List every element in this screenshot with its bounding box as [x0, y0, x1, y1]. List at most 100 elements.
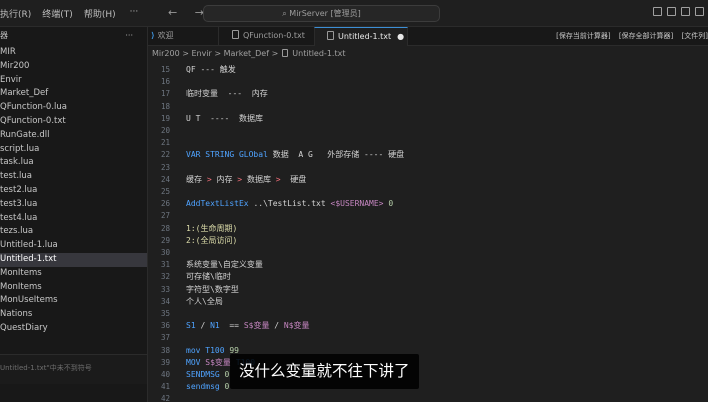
- line-number: 24: [160, 174, 170, 184]
- code-line[interactable]: 18: [148, 101, 708, 113]
- file-icon: [232, 30, 239, 39]
- file-tree-item[interactable]: test3.lua: [0, 198, 147, 212]
- code-token: S$变量: [205, 357, 231, 367]
- toggle-primary-sidebar-icon[interactable]: [653, 7, 662, 16]
- file-tree-item[interactable]: task.lua: [0, 156, 147, 170]
- file-tree-item[interactable]: Untitled-1.lua: [0, 239, 147, 253]
- code-line[interactable]: 21: [148, 137, 708, 149]
- code-token: mov: [186, 345, 201, 355]
- code-text: 个人\全局: [186, 296, 223, 308]
- file-list-button[interactable]: [文件列]: [682, 32, 708, 40]
- file-tree-item[interactable]: MonItems: [0, 267, 147, 281]
- more-actions-icon[interactable]: ···: [125, 27, 133, 45]
- breadcrumb-path[interactable]: Mir200 > Envir > Market_Def >: [152, 49, 278, 58]
- code-line[interactable]: 16: [148, 76, 708, 88]
- code-line[interactable]: 29 2:(全局访问): [148, 235, 708, 247]
- file-tree-item[interactable]: Untitled-1.txt: [0, 252, 147, 267]
- menu-help[interactable]: 帮助(H): [84, 7, 116, 20]
- line-number: 17: [160, 89, 170, 99]
- line-number: 22: [160, 150, 170, 160]
- menu-terminal[interactable]: 终端(T): [42, 7, 73, 20]
- code-text: 2:(全局访问): [186, 235, 237, 247]
- menu-more-icon[interactable]: ···: [130, 7, 139, 20]
- file-tree-item[interactable]: QFunction-0.lua: [0, 101, 147, 115]
- code-text: SENDMSG 0: [186, 369, 229, 381]
- code-token: ==: [219, 321, 244, 331]
- file-tree-item[interactable]: MonItems: [0, 281, 147, 295]
- file-tree-item[interactable]: Mir200: [0, 60, 147, 74]
- file-tree-item[interactable]: Envir: [0, 74, 147, 88]
- code-line[interactable]: 17 临时变量 --- 内存: [148, 88, 708, 100]
- file-tree-item[interactable]: MIR: [0, 46, 147, 60]
- code-line[interactable]: 15 QF --- 触发: [148, 64, 708, 76]
- file-tree-item[interactable]: QFunction-0.txt: [0, 115, 147, 129]
- customize-layout-icon[interactable]: [695, 7, 704, 16]
- code-line[interactable]: 36 S1 / N1 == S$变量 / N$变量: [148, 320, 708, 332]
- file-tree-item[interactable]: tezs.lua: [0, 225, 147, 239]
- file-tree-item[interactable]: test2.lua: [0, 184, 147, 198]
- code-line[interactable]: 34 个人\全局: [148, 296, 708, 308]
- code-line[interactable]: 42: [148, 393, 708, 402]
- code-line[interactable]: 32 可存储\临时: [148, 271, 708, 283]
- file-tree-item[interactable]: Nations: [0, 308, 147, 322]
- code-token: 数据 A G 外部存储 ---- 硬盘: [267, 150, 405, 160]
- code-text: QF --- 触发: [186, 64, 236, 76]
- save-current-button[interactable]: [保存当前计算器]: [556, 32, 610, 40]
- menu-run[interactable]: 执行(R): [0, 7, 31, 20]
- breadcrumb: Mir200 > Envir > Market_Def > Untitled-1.…: [148, 46, 708, 62]
- code-token: <$USERNAME>: [330, 199, 384, 209]
- unsaved-dot-icon[interactable]: ●: [397, 32, 404, 41]
- line-number: 25: [160, 187, 170, 196]
- file-tree-item[interactable]: QuestDiary: [0, 322, 147, 336]
- save-all-button[interactable]: [保存全部计算器]: [619, 32, 673, 40]
- code-text: VAR STRING GLObal 数据 A G 外部存储 ---- 硬盘: [186, 149, 404, 161]
- command-center-search[interactable]: ⌕ MirServer [管理员]: [203, 5, 440, 22]
- file-tree-item[interactable]: test4.lua: [0, 212, 147, 226]
- code-line[interactable]: 31 系统变量\自定义变量: [148, 259, 708, 271]
- file-tree-item[interactable]: MonUseItems: [0, 294, 147, 308]
- file-tree-item[interactable]: script.lua: [0, 143, 147, 157]
- file-tree-item[interactable]: Market_Def: [0, 87, 147, 101]
- code-line[interactable]: 22 VAR STRING GLObal 数据 A G 外部存储 ---- 硬盘: [148, 149, 708, 161]
- code-line[interactable]: 30: [148, 247, 708, 259]
- line-number: 16: [160, 77, 170, 87]
- code-line[interactable]: 19 U T ---- 数据库: [148, 113, 708, 125]
- code-token: 硬盘: [280, 174, 307, 184]
- code-token: VAR STRING GLObal: [186, 150, 268, 160]
- code-token: QF --- 触发: [186, 65, 236, 74]
- tab-untitled-txt[interactable]: Untitled-1.txt ●: [314, 27, 408, 46]
- code-token: 临时变量 --- 内存: [186, 89, 268, 99]
- code-line[interactable]: 25: [148, 186, 708, 198]
- code-line[interactable]: 27: [148, 210, 708, 222]
- editor-tabs: ⟩ 欢迎 QFunction-0.txt Untitled-1.txt ● [保存当…: [148, 27, 708, 46]
- code-text: 1:(生命周期): [186, 223, 237, 235]
- code-line[interactable]: 35: [148, 308, 708, 320]
- code-editor[interactable]: 15 QF --- 触发 16 17 临时变量 --- 内存 18 19 U T ---- 数…: [148, 62, 708, 402]
- code-line[interactable]: 26 AddTextListEx ..\TestList.txt <$USERNA…: [148, 198, 708, 210]
- code-token: 可存储\临时: [186, 272, 231, 282]
- video-subtitle: 没什么变量就不往下讲了: [230, 354, 419, 389]
- back-arrow-icon[interactable]: ←: [168, 6, 177, 19]
- tab-welcome[interactable]: ⟩ 欢迎: [148, 27, 218, 46]
- line-number: 18: [160, 101, 170, 111]
- tab-qfunction-txt[interactable]: QFunction-0.txt: [218, 27, 314, 46]
- code-line[interactable]: 20: [148, 125, 708, 137]
- line-number: 15: [160, 65, 170, 74]
- explorer-sidebar: 器 ··· MIR Mir200 Envir Market_Def QFunction-…: [0, 27, 148, 402]
- code-token: S$变量: [243, 321, 270, 331]
- code-line[interactable]: 24 缓存 > 内存 > 数据库 > 硬盘: [148, 174, 708, 186]
- breadcrumb-file[interactable]: Untitled-1.txt: [292, 49, 345, 58]
- toggle-panel-icon[interactable]: [667, 7, 676, 16]
- title-bar: 执行(R) 终端(T) 帮助(H) ··· ← → ⌕ MirServer [管…: [0, 0, 708, 27]
- code-line[interactable]: 37: [148, 332, 708, 344]
- file-tree-item[interactable]: test.lua: [0, 170, 147, 184]
- line-number: 38: [160, 345, 170, 355]
- code-line[interactable]: 23: [148, 162, 708, 174]
- line-number: 42: [160, 394, 170, 402]
- code-line[interactable]: 33 字符型\数字型: [148, 284, 708, 296]
- code-token: 数据库: [242, 174, 276, 184]
- file-tree-item[interactable]: RunGate.dll: [0, 129, 147, 143]
- toggle-secondary-sidebar-icon[interactable]: [681, 7, 690, 16]
- code-line[interactable]: 28 1:(生命周期): [148, 223, 708, 235]
- code-token: 缓存: [186, 174, 207, 184]
